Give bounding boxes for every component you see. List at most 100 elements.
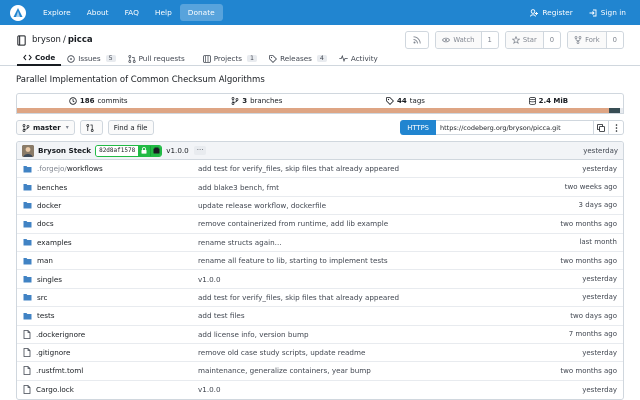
commits-count: 186 (79, 97, 95, 105)
star-button[interactable]: Star 0 (504, 31, 562, 49)
tab-code[interactable]: Code (17, 51, 62, 66)
tags-label: tags (409, 97, 425, 105)
file-name[interactable]: benches (37, 183, 67, 192)
branches-stat[interactable]: 3 branches (231, 97, 282, 105)
file-commit-message[interactable]: remove containerized from runtime, add l… (198, 219, 560, 228)
file-name-cell[interactable]: .gitignore (23, 348, 198, 357)
tab-pull-requests-label: Pull requests (138, 54, 185, 63)
copy-icon[interactable] (150, 145, 162, 156)
file-name-cell[interactable]: .forgejo/workflows (23, 164, 198, 173)
rss-icon (413, 36, 421, 44)
download-menu-button[interactable] (609, 120, 624, 135)
nav-explore[interactable]: Explore (35, 4, 79, 21)
signin-link[interactable]: Sign in (581, 4, 634, 21)
tab-releases[interactable]: Releases 4 (263, 51, 333, 66)
file-name[interactable]: tests (37, 311, 55, 320)
language-segment-other[interactable] (620, 108, 623, 113)
file-name-cell[interactable]: Cargo.lock (23, 385, 198, 394)
file-name[interactable]: workflows (67, 164, 103, 173)
nav-about[interactable]: About (79, 4, 117, 21)
tab-projects[interactable]: Projects 1 (197, 51, 263, 66)
file-name[interactable]: docker (37, 201, 61, 210)
rss-feed-button[interactable] (405, 31, 430, 49)
language-segment-rust[interactable] (17, 108, 609, 113)
file-commit-time: yesterday (582, 348, 617, 357)
file-commit-message[interactable]: maintenance, generalize containers, year… (198, 366, 560, 375)
avatar[interactable] (22, 144, 34, 157)
file-name-cell[interactable]: examples (23, 238, 198, 247)
commits-stat[interactable]: 186 commits (69, 97, 128, 105)
find-file-button[interactable]: Find a file (107, 120, 154, 135)
file-commit-message[interactable]: add test for verify_files, skip files th… (198, 164, 582, 173)
compare-button[interactable] (79, 120, 103, 135)
branch-selector[interactable]: master ▾ (16, 120, 75, 135)
file-name[interactable]: Cargo.lock (36, 385, 74, 394)
file-name-cell[interactable]: .dockerignore (23, 330, 198, 339)
file-commit-message[interactable]: remove old case study scripts, update re… (198, 348, 582, 357)
commit-sha-label[interactable]: 82d8af1578 (95, 144, 163, 157)
file-commit-time: two months ago (560, 366, 617, 375)
fork-button[interactable]: Fork 0 (567, 31, 624, 49)
https-clone-button[interactable]: HTTPS (400, 120, 436, 135)
tags-stat[interactable]: 44 tags (386, 97, 425, 105)
codeberg-logo[interactable] (9, 4, 26, 21)
commit-message[interactable]: v1.0.0 (166, 146, 189, 155)
file-commit-message[interactable]: add test for verify_files, skip files th… (198, 293, 582, 302)
nav-donate[interactable]: Donate (179, 4, 223, 21)
commit-sha[interactable]: 82d8af1578 (96, 145, 139, 156)
register-link[interactable]: Register (522, 4, 580, 21)
repo-owner-link[interactable]: bryson (32, 35, 61, 45)
watch-button[interactable]: Watch 1 (435, 31, 499, 49)
file-dir-prefix[interactable]: .forgejo/ (37, 164, 67, 173)
repo-name-link[interactable]: picca (68, 35, 93, 45)
file-commit-message[interactable]: v1.0.0 (198, 275, 582, 284)
top-navbar: Explore About FAQ Help Donate Register S… (0, 0, 640, 25)
file-name-cell[interactable]: man (23, 256, 198, 265)
language-stats-bar[interactable] (16, 108, 624, 114)
nav-faq[interactable]: FAQ (117, 4, 147, 21)
file-commit-message[interactable]: add license info, version bump (198, 330, 569, 339)
file-commit-message[interactable]: rename structs again... (198, 238, 579, 247)
file-name-cell[interactable]: benches (23, 183, 198, 192)
file-name-cell[interactable]: tests (23, 311, 198, 320)
file-name-cell[interactable]: docs (23, 219, 198, 228)
file-name-cell[interactable]: singles (23, 275, 198, 284)
clone-url-input[interactable]: https://codeberg.org/bryson/picca.git (436, 120, 594, 135)
branch-name: master (33, 123, 61, 132)
file-commit-time: last month (579, 238, 617, 247)
user-add-icon (530, 8, 539, 17)
file-name[interactable]: .rustfmt.toml (36, 366, 83, 375)
tab-pull-requests[interactable]: Pull requests (122, 51, 191, 66)
folder-icon (23, 294, 32, 301)
tab-activity[interactable]: Activity (333, 51, 384, 66)
file-name[interactable]: .gitignore (36, 348, 70, 357)
copy-url-button[interactable] (594, 120, 609, 135)
file-commit-message[interactable]: add test files (198, 311, 570, 320)
file-commit-time: yesterday (582, 293, 617, 302)
file-name[interactable]: man (37, 256, 53, 265)
file-name[interactable]: src (37, 293, 48, 302)
file-name-cell[interactable]: src (23, 293, 198, 302)
file-commit-message[interactable]: add blake3 bench, fmt (198, 183, 565, 192)
star-label: Star (522, 36, 537, 44)
folder-icon (23, 165, 32, 173)
file-commit-message[interactable]: update release workflow, dockerfile (198, 201, 579, 210)
branch-toolbar: master ▾ Find a file HTTPS https://codeb… (16, 120, 624, 135)
commit-expand-button[interactable]: ··· (193, 146, 207, 155)
file-name-cell[interactable]: docker (23, 201, 198, 210)
copy-icon (597, 123, 605, 132)
file-name[interactable]: examples (37, 238, 72, 247)
nav-help[interactable]: Help (147, 4, 180, 21)
commit-author[interactable]: Bryson Steck (38, 146, 91, 155)
file-commit-message[interactable]: rename all feature to lib, starting to i… (198, 256, 560, 265)
file-commit-message[interactable]: v1.0.0 (198, 385, 582, 394)
branches-label: branches (250, 97, 283, 105)
language-segment-dockerfile[interactable] (609, 108, 620, 113)
tab-issues[interactable]: Issues 5 (61, 51, 121, 66)
file-name[interactable]: .dockerignore (36, 330, 85, 339)
file-commit-time: yesterday (582, 164, 617, 173)
file-name-cell[interactable]: .rustfmt.toml (23, 366, 198, 375)
issue-icon (67, 54, 75, 63)
file-name[interactable]: singles (37, 275, 62, 284)
file-name[interactable]: docs (37, 219, 54, 228)
